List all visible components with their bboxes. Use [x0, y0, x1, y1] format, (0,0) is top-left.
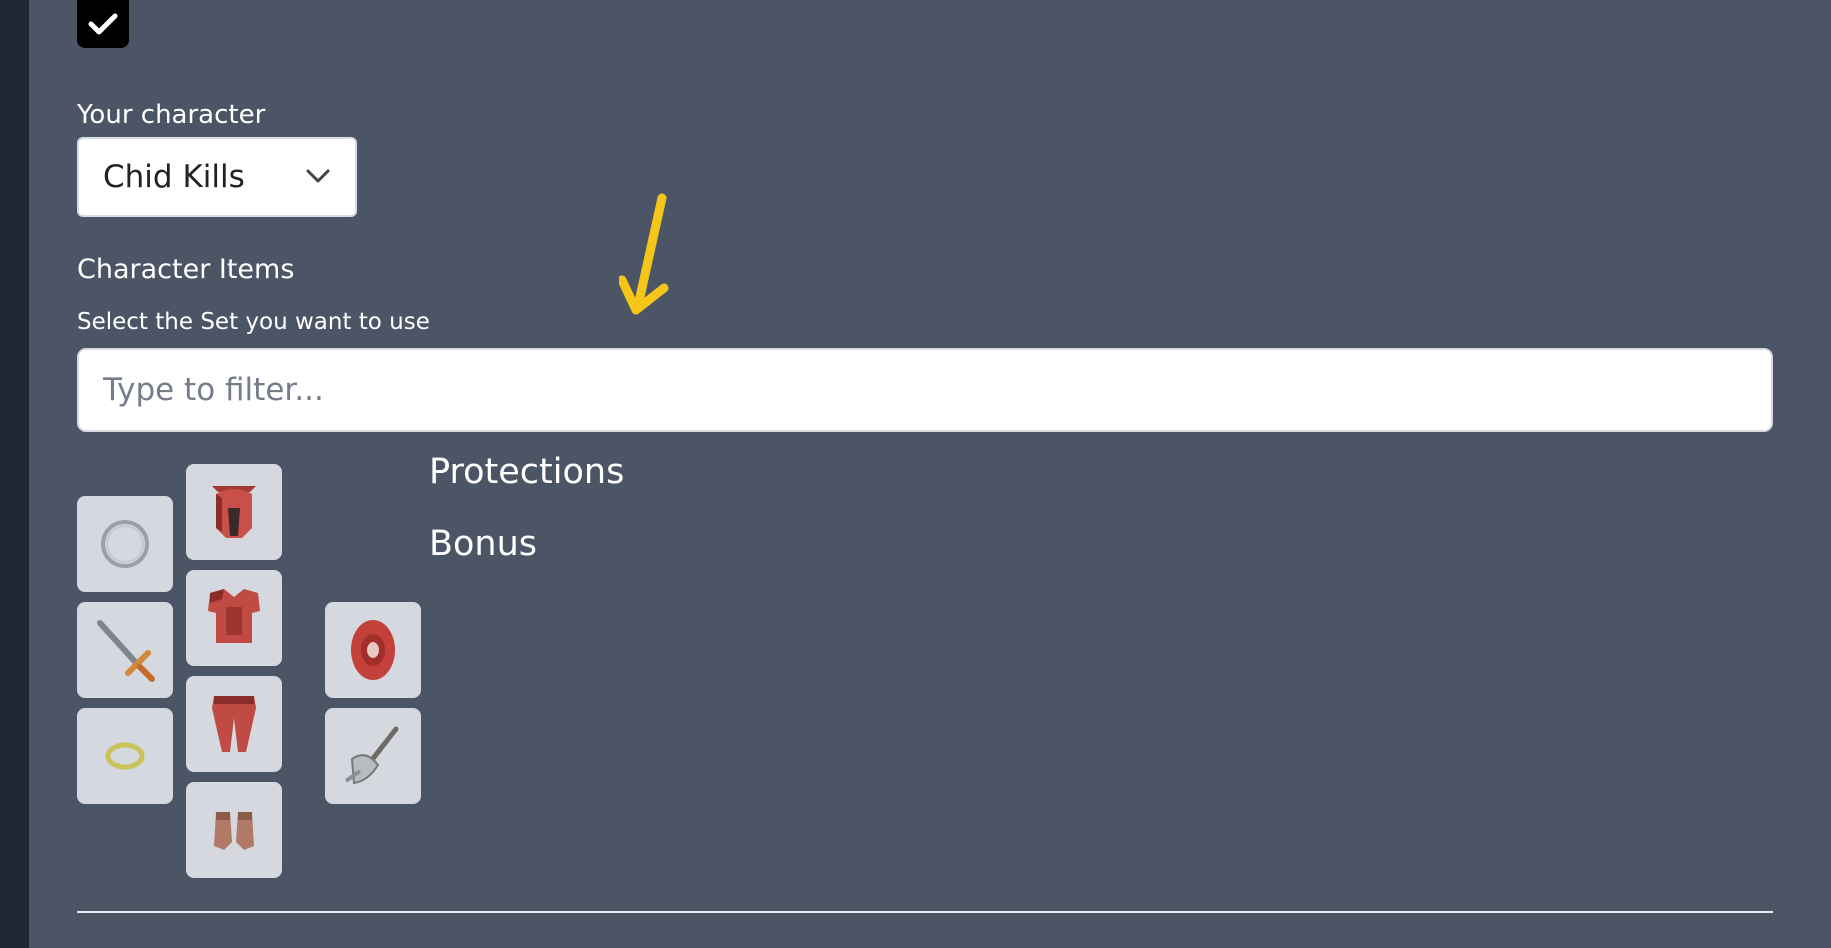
- character-label: Your character: [77, 100, 266, 130]
- enable-checkbox[interactable]: [77, 0, 129, 48]
- slot-armor[interactable]: [186, 570, 282, 666]
- slot-necklace[interactable]: [77, 496, 173, 592]
- protections-heading: Protections: [429, 452, 625, 492]
- main-panel: Your character Chid Kills Character Item…: [29, 0, 1831, 948]
- chevron-down-icon: [306, 169, 330, 183]
- character-select-value: Chid Kills: [103, 159, 245, 195]
- slot-shield[interactable]: [325, 602, 421, 698]
- check-icon: [88, 13, 118, 35]
- legs-icon: [212, 696, 256, 752]
- boots-icon: [214, 812, 254, 850]
- sword-icon: [97, 620, 155, 682]
- shield-icon: [351, 620, 395, 680]
- slot-legs[interactable]: [186, 676, 282, 772]
- bonus-heading: Bonus: [429, 524, 538, 564]
- character-items-heading: Character Items: [77, 254, 295, 285]
- slot-weapon[interactable]: [77, 602, 173, 698]
- set-select-hint: Select the Set you want to use: [77, 309, 430, 335]
- helmet-icon: [212, 486, 256, 538]
- character-select[interactable]: Chid Kills: [77, 137, 357, 217]
- set-filter-input[interactable]: [77, 348, 1773, 432]
- section-divider: [77, 911, 1773, 913]
- armor-icon: [208, 589, 260, 643]
- slot-ring[interactable]: [77, 708, 173, 804]
- slot-ammo[interactable]: [325, 708, 421, 804]
- ring-icon: [105, 742, 145, 770]
- slot-helmet[interactable]: [186, 464, 282, 560]
- necklace-icon: [101, 520, 149, 568]
- crossbow-icon: [344, 726, 399, 785]
- slot-boots[interactable]: [186, 782, 282, 878]
- annotation-arrow: [619, 193, 669, 315]
